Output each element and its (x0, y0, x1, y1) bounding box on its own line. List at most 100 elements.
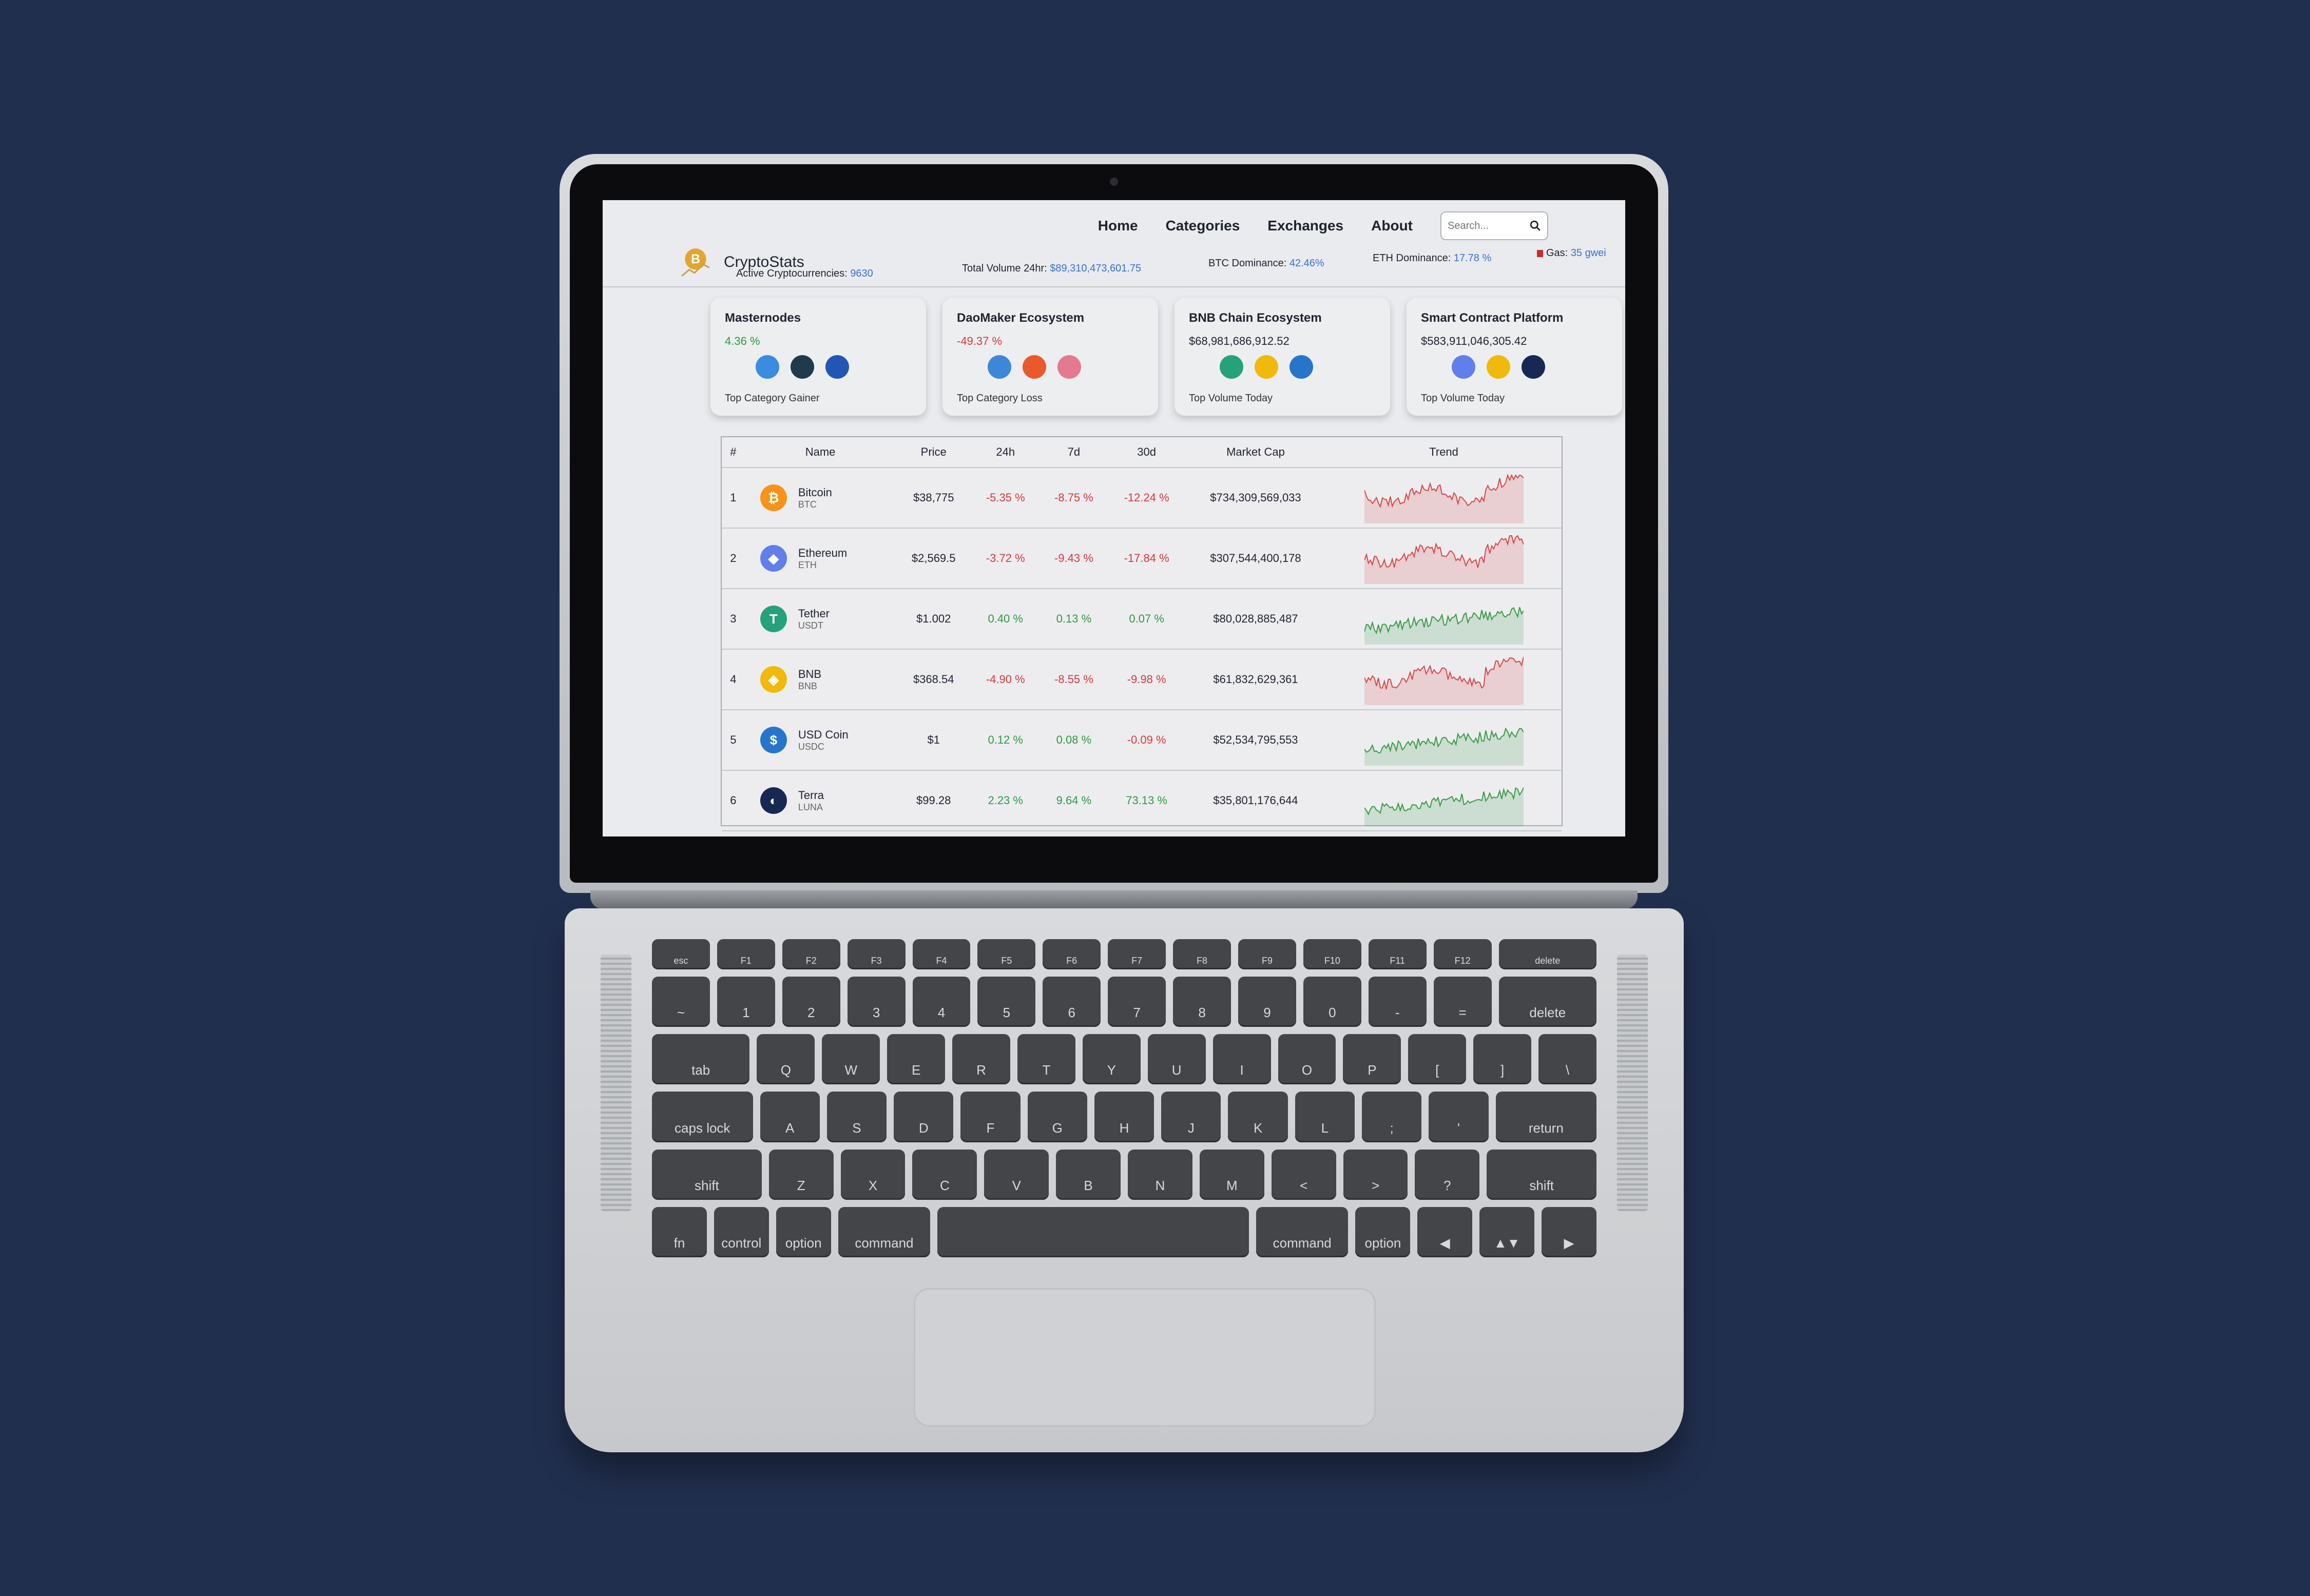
key-g[interactable]: G (1027, 1092, 1087, 1142)
key-5[interactable]: 5 (977, 976, 1036, 1027)
category-card[interactable]: Smart Contract Platform $583,911,046,305.… (1407, 298, 1622, 416)
key-option[interactable]: option (776, 1206, 831, 1258)
key-c[interactable]: C (912, 1149, 977, 1200)
key-o[interactable]: O (1278, 1034, 1336, 1085)
key-return[interactable]: return (1495, 1092, 1597, 1142)
key-u[interactable]: U (1147, 1034, 1206, 1085)
key-delete[interactable]: delete (1498, 976, 1596, 1027)
key-f8[interactable]: F8 (1173, 939, 1231, 969)
key--[interactable]: ◀ (1417, 1206, 1473, 1258)
key--[interactable]: ~ (652, 976, 710, 1027)
key-7[interactable]: 7 (1108, 976, 1166, 1027)
key-j[interactable]: J (1161, 1092, 1221, 1142)
key-e[interactable]: E (887, 1034, 946, 1085)
key-r[interactable]: R (952, 1034, 1010, 1085)
key--[interactable]: ] (1473, 1034, 1532, 1085)
key-f5[interactable]: F5 (977, 939, 1036, 969)
search-input[interactable] (1448, 220, 1525, 232)
key-f12[interactable]: F12 (1433, 939, 1492, 969)
key-i[interactable]: I (1212, 1034, 1271, 1085)
nav-about-link[interactable]: About (1371, 218, 1413, 234)
key-9[interactable]: 9 (1238, 976, 1296, 1027)
key--[interactable]: ▶ (1542, 1206, 1596, 1258)
key-fn[interactable]: fn (652, 1206, 707, 1258)
key--[interactable]: < (1271, 1149, 1336, 1200)
column-header[interactable]: 7d (1040, 437, 1108, 468)
trackpad[interactable] (914, 1288, 1376, 1427)
key-delete[interactable]: delete (1498, 939, 1596, 969)
column-header[interactable]: Trend (1326, 437, 1562, 468)
key-command[interactable]: command (838, 1206, 931, 1258)
key-8[interactable]: 8 (1173, 976, 1231, 1027)
key-control[interactable]: control (714, 1206, 769, 1258)
space-key[interactable] (937, 1206, 1249, 1258)
key-0[interactable]: 0 (1303, 976, 1361, 1027)
column-header[interactable]: Market Cap (1185, 437, 1326, 468)
key-l[interactable]: L (1295, 1092, 1355, 1142)
table-row[interactable]: 4 ◈ BNB BNB $368.54 -4.90 % -8.55 % -9.98 % $61,… (722, 649, 1562, 710)
key-v[interactable]: V (984, 1149, 1049, 1200)
key-command[interactable]: command (1256, 1206, 1349, 1258)
table-row[interactable]: 2 ◆ Ethereum ETH $2,569.5 -3.72 % -9.43 % -17.8… (722, 528, 1562, 589)
key-2[interactable]: 2 (782, 976, 840, 1027)
key-1[interactable]: 1 (717, 976, 775, 1027)
key-f11[interactable]: F11 (1368, 939, 1427, 969)
key-6[interactable]: 6 (1043, 976, 1101, 1027)
key-s[interactable]: S (826, 1092, 887, 1142)
key-3[interactable]: 3 (847, 976, 906, 1027)
key--[interactable]: ; (1362, 1092, 1422, 1142)
key-q[interactable]: Q (757, 1034, 815, 1085)
key-f1[interactable]: F1 (717, 939, 775, 969)
key--[interactable]: = (1433, 976, 1492, 1027)
key-d[interactable]: D (894, 1092, 954, 1142)
key-caps-lock[interactable]: caps lock (652, 1092, 753, 1142)
key--[interactable]: \ (1538, 1034, 1596, 1085)
key-n[interactable]: N (1128, 1149, 1192, 1200)
category-card[interactable]: DaoMaker Ecosystem -49.37 % Top Category L… (942, 298, 1158, 416)
key--[interactable]: - (1368, 976, 1427, 1027)
key-h[interactable]: H (1094, 1092, 1154, 1142)
key--[interactable]: ▲▼ (1479, 1206, 1535, 1258)
key-f[interactable]: F (960, 1092, 1021, 1142)
category-card[interactable]: BNB Chain Ecosystem $68,981,686,912.52 Top… (1175, 298, 1390, 416)
key-f10[interactable]: F10 (1303, 939, 1361, 969)
key-m[interactable]: M (1199, 1149, 1264, 1200)
table-row[interactable]: 5 $ USD Coin USDC $1 0.12 % 0.08 % -0.09 % $52,5… (722, 710, 1562, 771)
key-f6[interactable]: F6 (1043, 939, 1101, 969)
key-option[interactable]: option (1355, 1206, 1411, 1258)
key-f3[interactable]: F3 (847, 939, 906, 969)
key--[interactable]: ' (1429, 1092, 1489, 1142)
column-header[interactable]: Name (744, 437, 896, 468)
nav-exchanges-link[interactable]: Exchanges (1267, 218, 1343, 234)
key-tab[interactable]: tab (652, 1034, 750, 1085)
table-row[interactable]: 3 T Tether USDT $1.002 0.40 % 0.13 % 0.07 % $80,… (722, 589, 1562, 650)
key-f9[interactable]: F9 (1238, 939, 1296, 969)
key-k[interactable]: K (1228, 1092, 1288, 1142)
column-header[interactable]: 24h (971, 437, 1040, 468)
column-header[interactable]: 30d (1108, 437, 1185, 468)
key-esc[interactable]: esc (652, 939, 710, 969)
category-card[interactable]: Masternodes 4.36 % Top Category Gainer (710, 298, 926, 416)
key-x[interactable]: X (840, 1149, 906, 1200)
table-row[interactable]: 6 ◐ Terra LUNA $99.28 2.23 % 9.64 % 73.13 % $35,… (722, 770, 1562, 831)
key-p[interactable]: P (1343, 1034, 1401, 1085)
key-shift[interactable]: shift (1487, 1149, 1597, 1200)
column-header[interactable]: Price (896, 437, 972, 468)
table-row[interactable]: 1 ₿ Bitcoin BTC $38,775 -5.35 % -8.75 % -12.24 … (722, 468, 1562, 529)
key-a[interactable]: A (760, 1092, 820, 1142)
key-b[interactable]: B (1056, 1149, 1121, 1200)
key-f7[interactable]: F7 (1108, 939, 1166, 969)
key-t[interactable]: T (1017, 1034, 1075, 1085)
key-w[interactable]: W (822, 1034, 880, 1085)
key-f2[interactable]: F2 (782, 939, 840, 969)
key-y[interactable]: Y (1082, 1034, 1141, 1085)
nav-home-link[interactable]: Home (1098, 218, 1138, 234)
key-4[interactable]: 4 (912, 976, 971, 1027)
key-f4[interactable]: F4 (912, 939, 971, 969)
key--[interactable]: [ (1408, 1034, 1467, 1085)
key-shift[interactable]: shift (652, 1149, 762, 1200)
search-icon[interactable] (1530, 220, 1541, 231)
key--[interactable]: > (1343, 1149, 1408, 1200)
nav-categories-link[interactable]: Categories (1166, 218, 1240, 234)
column-header[interactable]: # (722, 437, 745, 468)
